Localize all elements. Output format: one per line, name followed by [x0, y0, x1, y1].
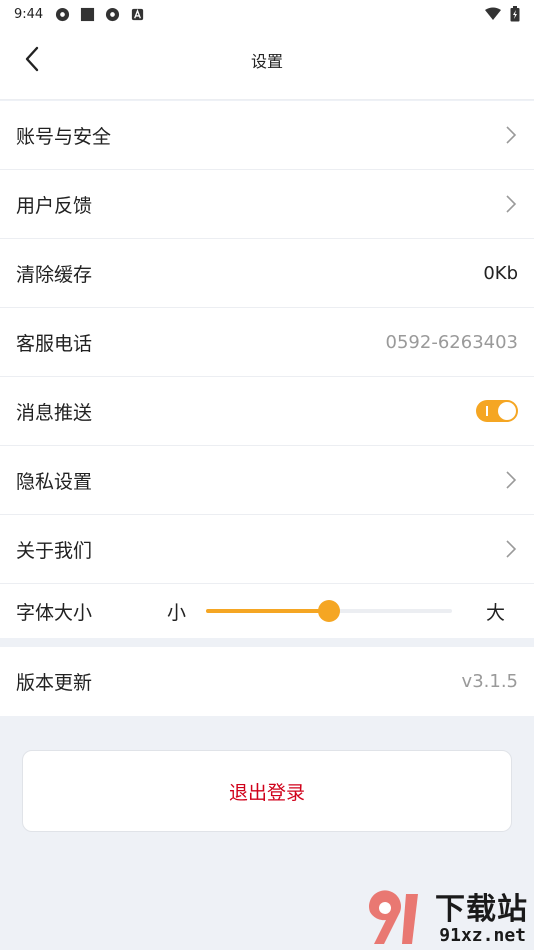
- settings-item-push: 消息推送: [0, 377, 534, 446]
- watermark-logo-icon: [369, 890, 418, 944]
- settings-item-version[interactable]: 版本更新 v3.1.5: [0, 647, 534, 716]
- settings-item-label: 字体大小: [16, 601, 93, 624]
- watermark-title: 下载站: [435, 892, 528, 927]
- settings-item-phone[interactable]: 客服电话 0592-6263403: [0, 308, 534, 377]
- settings-item-label: 隐私设置: [16, 470, 93, 493]
- settings-item-label: 客服电话: [16, 332, 93, 355]
- chevron-right-icon: [506, 540, 517, 558]
- header: 设置: [0, 28, 534, 100]
- settings-item-feedback[interactable]: 用户反馈: [0, 170, 534, 239]
- page-title: 设置: [250, 52, 283, 71]
- slider-fill: [206, 609, 330, 613]
- a-badge-icon: [132, 8, 144, 20]
- chevron-right-icon: [506, 471, 517, 489]
- settings-item-account[interactable]: 账号与安全: [0, 101, 534, 170]
- watermark-url: 91xz.net: [439, 925, 526, 946]
- status-bar: 9:44: [0, 0, 534, 28]
- settings-item-label: 关于我们: [16, 539, 93, 562]
- wifi-icon: [485, 7, 501, 20]
- logout-label: 退出登录: [228, 781, 305, 804]
- settings-item-font-size: 字体大小 小 大: [0, 584, 534, 638]
- chevron-right-icon: [506, 126, 517, 144]
- settings-item-cache[interactable]: 清除缓存 0Kb: [0, 239, 534, 308]
- settings-item-about[interactable]: 关于我们: [0, 515, 534, 584]
- logout-button[interactable]: 退出登录: [22, 750, 512, 832]
- status-time: 9:44: [14, 6, 44, 22]
- settings-list: 账号与安全 用户反馈 清除缓存 0Kb 客服电话 0592-6263403 消息…: [0, 101, 534, 716]
- phone-number-value: 0592-6263403: [385, 331, 518, 353]
- slider-thumb[interactable]: [318, 600, 341, 622]
- settings-item-label: 清除缓存: [16, 263, 93, 286]
- watermark: 下载站 91xz.net: [358, 884, 530, 948]
- battery-icon: [510, 6, 520, 22]
- chevron-right-icon: [506, 195, 517, 213]
- version-value: v3.1.5: [461, 671, 518, 692]
- settings-item-label: 版本更新: [16, 672, 93, 694]
- push-toggle[interactable]: [476, 400, 518, 422]
- section-divider: [0, 638, 534, 647]
- font-size-min-label: 小: [167, 601, 187, 624]
- cache-size-value: 0Kb: [483, 262, 518, 284]
- settings-gear-icon: [106, 7, 120, 21]
- settings-item-label: 用户反馈: [16, 194, 93, 217]
- toggle-knob: [498, 402, 516, 420]
- settings-item-label: 消息推送: [16, 401, 93, 424]
- toggle-on-indicator: [486, 406, 488, 416]
- settings-item-privacy[interactable]: 隐私设置: [0, 446, 534, 515]
- settings-item-label: 账号与安全: [16, 125, 112, 148]
- font-size-slider[interactable]: [206, 599, 453, 623]
- font-size-max-label: 大: [486, 601, 506, 624]
- square-icon: [81, 7, 95, 21]
- settings-gear-icon: [56, 7, 70, 21]
